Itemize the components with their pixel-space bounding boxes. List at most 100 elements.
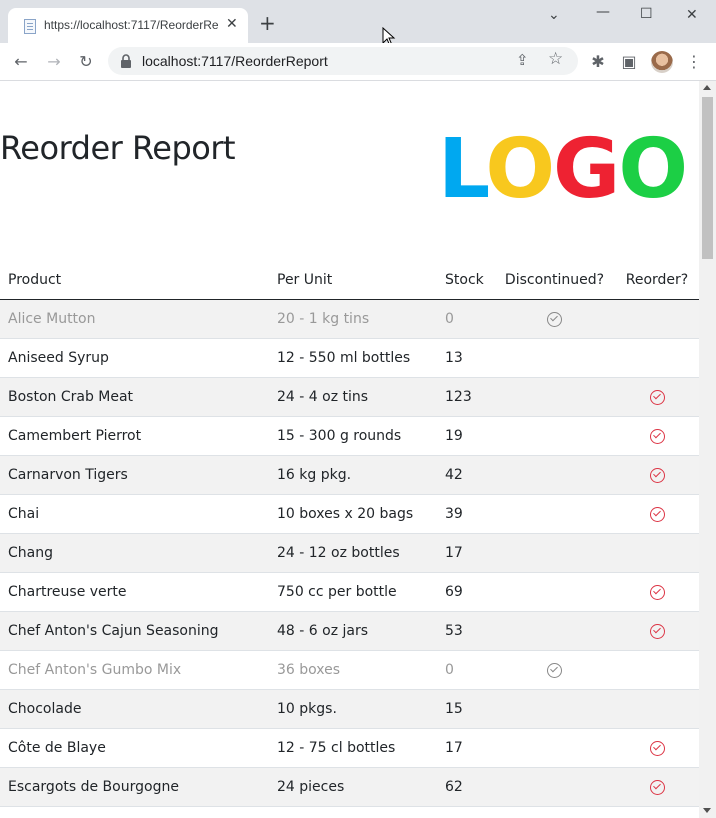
cell-stock: 0 (437, 650, 494, 690)
logo-letter: O (485, 122, 555, 217)
cell-discontinued (494, 611, 615, 651)
bookmark-star-icon[interactable]: ☆ (548, 49, 563, 69)
menu-kebab-icon[interactable]: ⋮ (684, 52, 704, 72)
table-header-row: Product Per Unit Stock Discontinued? Reo… (0, 261, 699, 300)
share-icon[interactable]: ⇪ (516, 51, 529, 69)
page-content: Reorder Report LOGO Product Per Unit Sto… (0, 81, 699, 818)
cell-product: Carnarvon Tigers (0, 455, 269, 495)
cell-per-unit: 16 kg pkg. (269, 455, 437, 495)
header-discontinued: Discontinued? (494, 261, 615, 300)
cell-product: Aniseed Syrup (0, 338, 269, 378)
close-window-icon[interactable]: ✕ (686, 7, 698, 23)
address-bar[interactable]: localhost:7117/ReorderReport ⇪ ☆ (108, 47, 578, 75)
scroll-up-arrow-icon[interactable] (703, 85, 711, 90)
tab-strip: https://localhost:7117/ReorderRe ✕ + ⌄ —… (0, 0, 716, 47)
table-row: Chang 24 - 12 oz bottles 17 (0, 533, 699, 573)
page-title: Reorder Report (0, 129, 236, 167)
cell-stock: 39 (437, 494, 494, 534)
table-row: Chef Anton's Cajun Seasoning 48 - 6 oz ja… (0, 611, 699, 651)
cell-product: Filo Mix (0, 806, 269, 818)
cell-discontinued (494, 728, 615, 768)
cell-stock: 17 (437, 728, 494, 768)
cell-product: Côte de Blaye (0, 728, 269, 768)
cell-reorder (615, 299, 699, 339)
close-tab-icon[interactable]: ✕ (226, 17, 238, 31)
cell-stock: 69 (437, 572, 494, 612)
cell-discontinued (494, 767, 615, 807)
cell-product: Chef Anton's Gumbo Mix (0, 650, 269, 690)
extensions-puzzle-icon[interactable]: ✱ (588, 52, 608, 72)
cell-product: Chang (0, 533, 269, 573)
reorder-check-icon (649, 428, 665, 444)
cell-product: Chartreuse verte (0, 572, 269, 612)
reload-icon[interactable]: ↻ (76, 52, 96, 72)
profile-avatar[interactable] (651, 51, 673, 73)
reorder-check-icon (649, 623, 665, 639)
cell-stock: 38 (437, 806, 494, 818)
logo-letter: L (438, 122, 487, 217)
reorder-check-icon (649, 389, 665, 405)
cell-per-unit: 20 - 1 kg tins (269, 299, 437, 339)
cell-per-unit: 12 - 75 cl bottles (269, 728, 437, 768)
cell-per-unit: 10 pkgs. (269, 689, 437, 729)
header-product: Product (0, 261, 269, 300)
table-row: Alice Mutton 20 - 1 kg tins 0 (0, 299, 699, 339)
side-panel-icon[interactable]: ▣ (619, 52, 639, 72)
cell-product: Escargots de Bourgogne (0, 767, 269, 807)
table-row: Filo Mix16 - 2 kg boxes38 (0, 806, 699, 818)
cell-stock: 13 (437, 338, 494, 378)
header-stock: Stock (437, 261, 494, 300)
scroll-down-arrow-icon[interactable] (703, 808, 711, 813)
table-row: Chef Anton's Gumbo Mix 36 boxes 0 (0, 650, 699, 690)
forward-arrow-icon[interactable]: → (44, 52, 64, 72)
minimize-icon[interactable]: — (596, 4, 610, 20)
table-row: Escargots de Bourgogne 24 pieces 62 (0, 767, 699, 807)
cell-per-unit: 36 boxes (269, 650, 437, 690)
scrollbar-thumb[interactable] (702, 97, 713, 259)
cell-product: Camembert Pierrot (0, 416, 269, 456)
cell-reorder (615, 377, 699, 417)
cell-discontinued (494, 299, 615, 339)
cell-per-unit: 24 pieces (269, 767, 437, 807)
cell-stock: 17 (437, 533, 494, 573)
cell-per-unit: 12 - 550 ml bottles (269, 338, 437, 378)
browser-tab[interactable]: https://localhost:7117/ReorderRe ✕ (8, 8, 248, 43)
discontinued-check-icon (547, 311, 562, 327)
table-row: Boston Crab Meat 24 - 4 oz tins 123 (0, 377, 699, 417)
table-body: Alice Mutton 20 - 1 kg tins 0 Aniseed Syrup… (0, 299, 699, 818)
lock-icon[interactable] (120, 54, 132, 68)
logo-letter: G (553, 122, 620, 217)
reorder-check-icon (649, 467, 665, 483)
cell-reorder (615, 728, 699, 768)
cell-per-unit: 16 - 2 kg boxes (269, 806, 437, 818)
cell-stock: 0 (437, 299, 494, 339)
cell-reorder (615, 689, 699, 729)
new-tab-plus-icon[interactable]: + (259, 13, 276, 33)
table-row: Chai 10 boxes x 20 bags 39 (0, 494, 699, 534)
cell-stock: 19 (437, 416, 494, 456)
cell-per-unit: 15 - 300 g rounds (269, 416, 437, 456)
cell-per-unit: 48 - 6 oz jars (269, 611, 437, 651)
cell-per-unit: 750 cc per bottle (269, 572, 437, 612)
cell-per-unit: 10 boxes x 20 bags (269, 494, 437, 534)
tab-search-chevron-icon[interactable]: ⌄ (548, 7, 560, 23)
cell-product: Alice Mutton (0, 299, 269, 339)
cell-reorder (615, 494, 699, 534)
cell-discontinued (494, 572, 615, 612)
cell-per-unit: 24 - 4 oz tins (269, 377, 437, 417)
cell-stock: 42 (437, 455, 494, 495)
cell-stock: 123 (437, 377, 494, 417)
table-row: Aniseed Syrup 12 - 550 ml bottles 13 (0, 338, 699, 378)
logo: LOGO (438, 127, 688, 213)
cell-discontinued (494, 650, 615, 690)
page-scrollbar[interactable] (699, 81, 716, 818)
table-row: Chocolade 10 pkgs. 15 (0, 689, 699, 729)
maximize-icon[interactable]: ☐ (640, 6, 653, 22)
url-text[interactable]: localhost:7117/ReorderReport (142, 53, 328, 69)
cell-reorder (615, 611, 699, 651)
cell-discontinued (494, 689, 615, 729)
back-arrow-icon[interactable]: ← (11, 52, 31, 72)
cell-per-unit: 24 - 12 oz bottles (269, 533, 437, 573)
cell-reorder (615, 416, 699, 456)
cell-product: Chef Anton's Cajun Seasoning (0, 611, 269, 651)
